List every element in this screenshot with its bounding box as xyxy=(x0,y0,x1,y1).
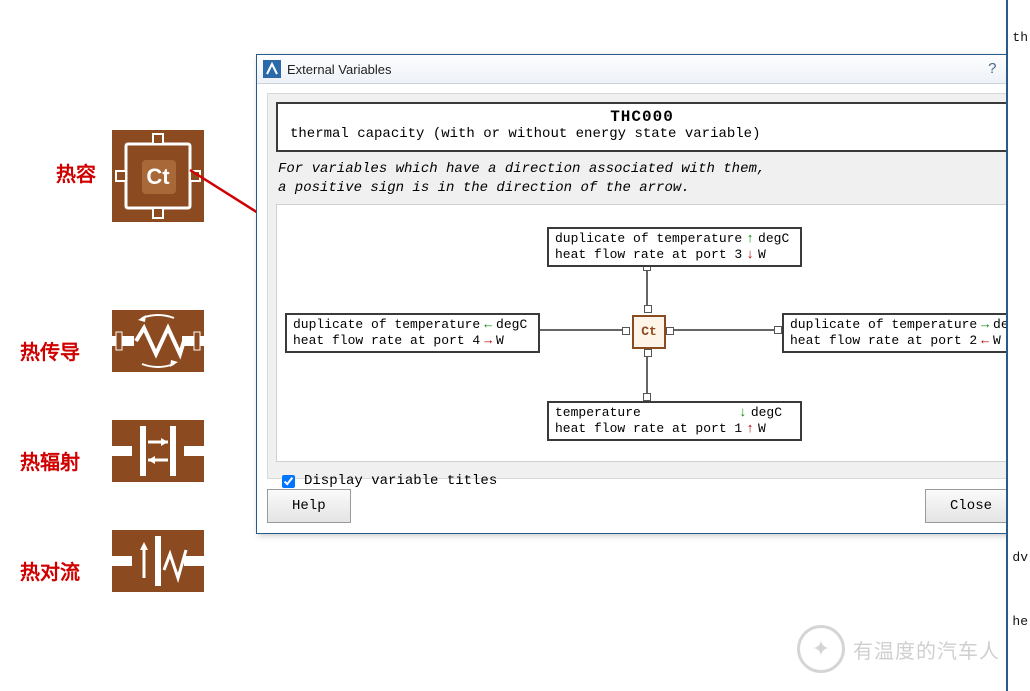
label-conduction: 热传导 xyxy=(20,336,80,365)
app-icon xyxy=(263,60,281,78)
variable-diagram: Ct duplicate of temperature↑degC heat fl… xyxy=(276,204,1008,462)
watermark-icon: ✦ xyxy=(797,625,845,673)
close-button[interactable]: Close xyxy=(925,489,1017,523)
display-titles-input[interactable] xyxy=(282,475,295,488)
port-tick-top xyxy=(644,305,652,313)
convection-icon[interactable] xyxy=(112,530,204,592)
port-tick-right xyxy=(666,327,674,335)
center-ct-block: Ct xyxy=(632,315,666,349)
direction-note: For variables which have a direction ass… xyxy=(278,160,1006,198)
conn-right xyxy=(774,326,782,334)
port-3-box: duplicate of temperature↑degC heat flow … xyxy=(547,227,802,268)
right-frag-he: he xyxy=(1012,614,1028,629)
wire-right xyxy=(674,329,774,331)
right-frag-dv: dv xyxy=(1012,550,1028,565)
model-header-box: THC000 thermal capacity (with or without… xyxy=(276,102,1008,152)
model-description: thermal capacity (with or without energy… xyxy=(290,126,994,142)
dialog-title: External Variables xyxy=(287,62,392,77)
radiation-icon[interactable] xyxy=(112,420,204,482)
port-1-box: temperature↓degC heat flow rate at port … xyxy=(547,401,802,442)
wire-top xyxy=(646,269,648,305)
port-tick-bottom xyxy=(644,349,652,357)
display-titles-checkbox[interactable]: Display variable titles xyxy=(278,472,1006,491)
help-button[interactable]: Help xyxy=(267,489,351,523)
svg-text:Ct: Ct xyxy=(146,164,170,189)
conn-bottom xyxy=(643,393,651,401)
watermark: ✦ 有温度的汽车人 xyxy=(797,625,1000,673)
label-radiation: 热辐射 xyxy=(20,446,80,475)
model-name: THC000 xyxy=(290,108,994,126)
conduction-icon[interactable] xyxy=(112,310,204,372)
watermark-text: 有温度的汽车人 xyxy=(853,635,1000,664)
port-2-box: duplicate of temperature→degC heat flow … xyxy=(782,313,1030,354)
port-tick-left xyxy=(622,327,630,335)
right-frag-th: th xyxy=(1012,30,1028,45)
label-convection: 热对流 xyxy=(20,556,80,585)
help-button-icon[interactable]: ? xyxy=(988,60,996,78)
title-bar[interactable]: External Variables ? ✕ xyxy=(257,55,1027,84)
label-thermal-capacity: 热容 xyxy=(56,158,96,187)
wire-bottom xyxy=(646,357,648,393)
right-cropped-panel xyxy=(1006,0,1030,691)
external-variables-dialog: External Variables ? ✕ THC000 thermal ca… xyxy=(256,54,1028,534)
port-4-box: duplicate of temperature←degC heat flow … xyxy=(285,313,540,354)
dialog-body: THC000 thermal capacity (with or without… xyxy=(267,93,1017,479)
dialog-button-bar: Help Close xyxy=(267,489,1017,523)
